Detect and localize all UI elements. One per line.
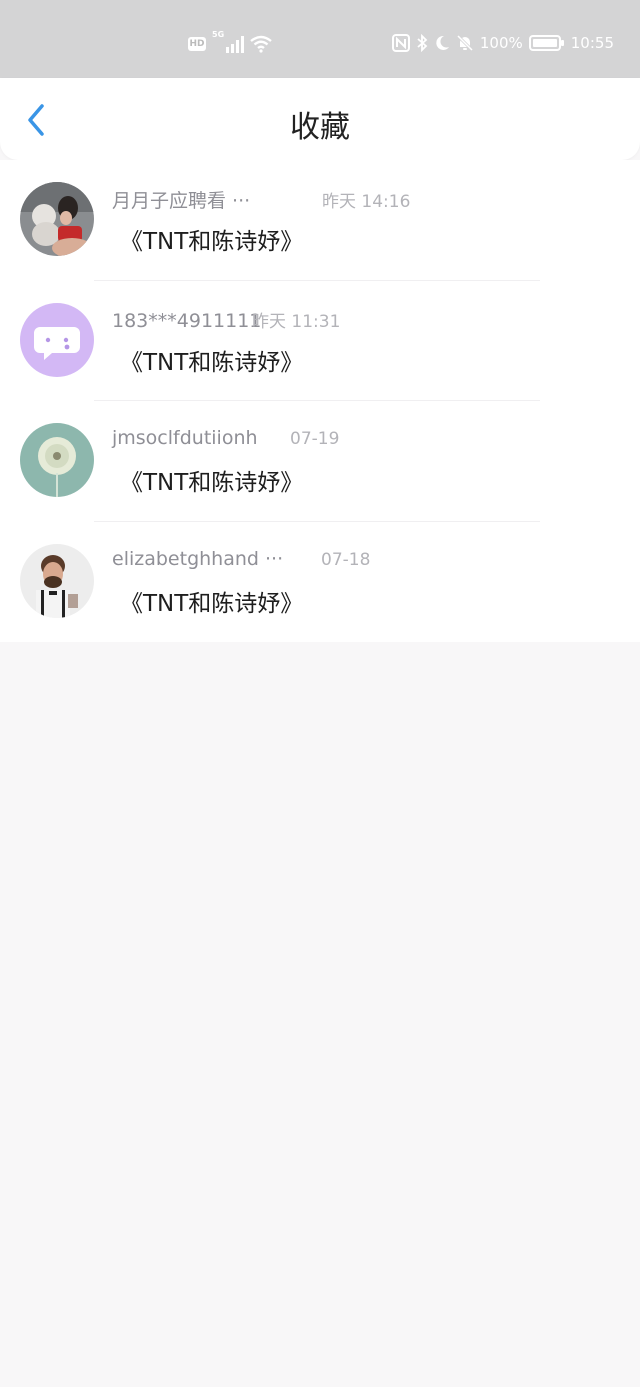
avatar[interactable] [20, 543, 94, 618]
clock: 10:55 [570, 34, 614, 52]
item-meta: elizabetghhand ··· 07-18 [112, 548, 370, 570]
woman-with-cat-photo [20, 182, 94, 256]
favorite-item[interactable]: elizabetghhand ··· 07-18 《TNT和陈诗妤》 [0, 522, 640, 643]
favorite-item[interactable]: 183***4911111 昨天 11:31 《TNT和陈诗妤》 [0, 281, 640, 401]
chat-bubble-avatar [20, 302, 94, 377]
nfc-icon [391, 34, 410, 52]
signal-5g-icon: 5G [212, 30, 244, 54]
timestamp: 07-19 [290, 429, 340, 449]
mute-bell-icon [456, 34, 474, 52]
hd-badge: HD [188, 37, 206, 51]
man-portrait-photo [20, 543, 94, 618]
favorite-title: 《TNT和陈诗妤》 [120, 470, 304, 496]
item-meta: jmsoclfdutiionh 07-19 [112, 427, 339, 449]
page-title: 收藏 [290, 110, 350, 145]
item-meta: 月月子应聘看 ··· 昨天 14:16 [112, 186, 410, 213]
user-name: 183***4911111 [112, 309, 262, 332]
status-bar: HD 5G 100% 10:55 [0, 0, 640, 78]
favorite-item[interactable]: jmsoclfdutiionh 07-19 《TNT和陈诗妤》 [0, 401, 640, 522]
favorite-title: 《TNT和陈诗妤》 [120, 229, 304, 255]
timestamp: 昨天 14:16 [322, 192, 411, 212]
user-name: elizabetghhand ··· [112, 547, 284, 570]
status-right: 100% 10:55 [391, 34, 614, 52]
user-name: 月月子应聘看 ··· [112, 190, 251, 212]
avatar[interactable] [20, 302, 94, 377]
moon-icon [434, 34, 450, 52]
avatar[interactable] [20, 182, 94, 256]
user-name: jmsoclfdutiionh [112, 427, 258, 449]
favorite-item[interactable]: 月月子应聘看 ··· 昨天 14:16 《TNT和陈诗妤》 [0, 160, 640, 281]
favorite-title: 《TNT和陈诗妤》 [120, 349, 304, 376]
dandelion-photo [20, 423, 94, 497]
battery-icon [528, 34, 565, 52]
status-left: HD 5G [188, 30, 272, 54]
network-type-label: 5G [212, 30, 225, 39]
favorites-list: 月月子应聘看 ··· 昨天 14:16 《TNT和陈诗妤》 183***4911… [0, 160, 640, 642]
bluetooth-icon [416, 34, 428, 52]
wifi-icon [250, 35, 272, 53]
nav-header: 收藏 [0, 78, 640, 160]
timestamp: 昨天 11:31 [252, 311, 341, 332]
battery-percent: 100% [479, 34, 523, 52]
item-meta: 183***4911111 昨天 11:31 [112, 307, 340, 332]
favorite-title: 《TNT和陈诗妤》 [120, 590, 304, 617]
avatar[interactable] [20, 423, 94, 497]
timestamp: 07-18 [321, 549, 371, 570]
